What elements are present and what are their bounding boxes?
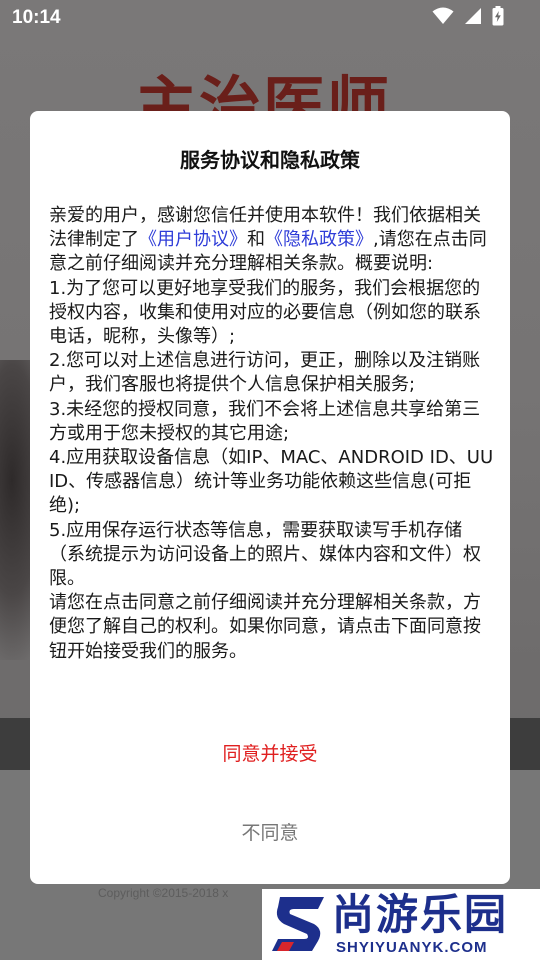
signal-icon (464, 7, 482, 29)
status-icons (432, 6, 504, 30)
battery-charging-icon (492, 6, 504, 30)
summary-item-3: 3.未经您的授权同意，我们不会将上述信息共享给第三方或用于您未授权的其它用途; (49, 398, 481, 444)
dialog-title: 服务协议和隐私政策 (180, 148, 360, 172)
intro-paragraph: 亲爱的用户，感谢您信任并使用本软件！我们依据相关法律制定了《用户协议》和《隐私政… (49, 204, 495, 277)
dialog-body: 亲爱的用户，感谢您信任并使用本软件！我们依据相关法律制定了《用户协议》和《隐私政… (49, 204, 495, 664)
disagree-button[interactable]: 不同意 (30, 808, 510, 858)
watermark: 尚游乐园 SHYIYUANYK.COM (262, 889, 540, 960)
status-time: 10:14 (12, 7, 61, 28)
summary-item-2: 2.您可以对上述信息进行访问，更正，删除以及注销账户，我们客服也将提供个人信息保… (49, 350, 481, 396)
watermark-url: SHYIYUANYK.COM (336, 939, 488, 956)
agree-button[interactable]: 同意并接受 (30, 729, 510, 779)
watermark-text: 尚游乐园 (332, 890, 509, 939)
status-bar: 10:14 (0, 0, 540, 36)
summary-item-1: 1.为了您可以更好地享受我们的服务，我们会根据您的授权内容，收集和使用对应的必要… (49, 277, 481, 348)
and-text: 和 (247, 229, 265, 251)
user-agreement-link[interactable]: 《用户协议》 (139, 229, 247, 250)
background-copyright: Copyright ©2015-2018 x (98, 886, 229, 900)
wifi-icon (432, 7, 454, 29)
summary-item-4: 4.应用获取设备信息（如IP、MAC、ANDROID ID、UUID、传感器信息… (49, 447, 494, 517)
privacy-policy-link[interactable]: 《隐私政策》 (265, 229, 373, 250)
summary-item-5: 5.应用保存运行状态等信息，需要获取读写手机存储（系统提示为访问设备上的照片、媒… (49, 519, 481, 590)
closing-paragraph: 请您在点击同意之前仔细阅读并充分理解相关条款，方便您了解自己的权利。如果你同意，… (49, 592, 481, 662)
watermark-logo-icon (268, 893, 330, 955)
privacy-dialog: 服务协议和隐私政策 亲爱的用户，感谢您信任并使用本软件！我们依据相关法律制定了《… (30, 111, 510, 884)
